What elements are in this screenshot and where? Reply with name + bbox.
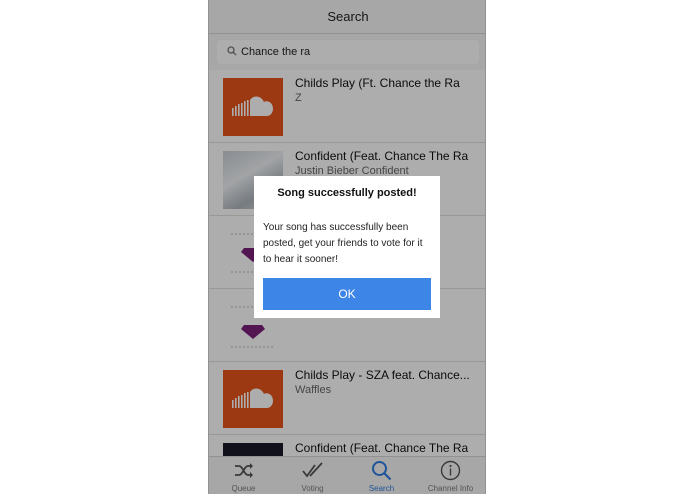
dialog-message: Your song has successfully been posted, … [263,222,423,265]
dialog-title: Song successfully posted! [277,187,417,199]
ok-button[interactable]: OK [263,278,431,310]
success-dialog: Song successfully posted! Your song has … [254,176,440,318]
